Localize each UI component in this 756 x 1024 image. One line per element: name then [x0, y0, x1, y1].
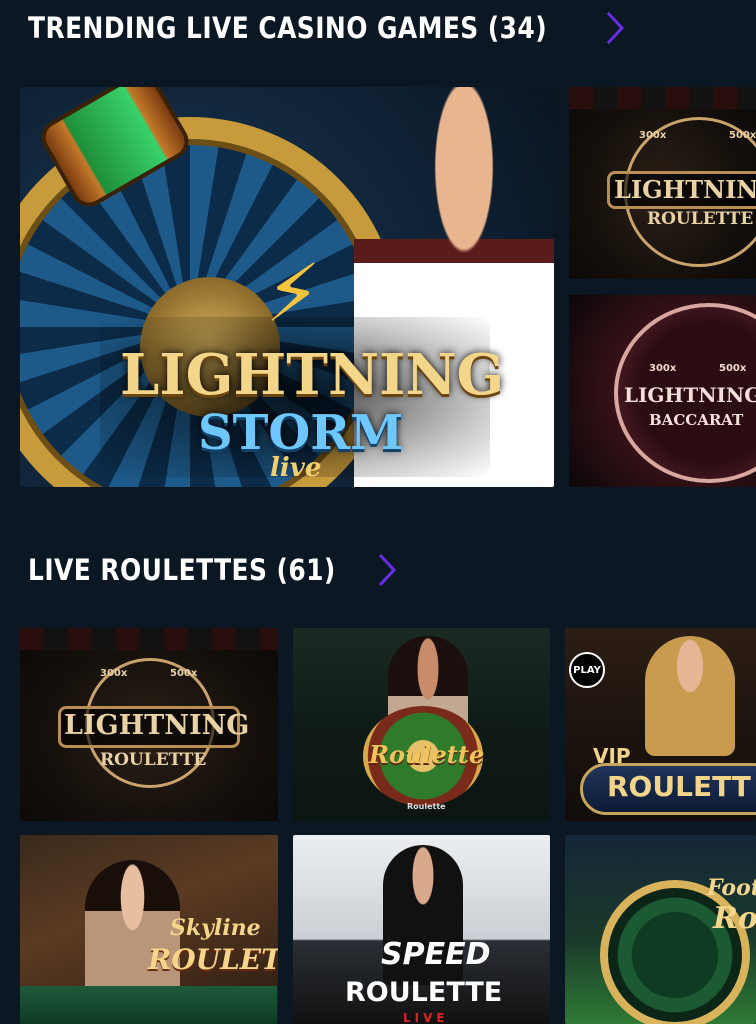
- game-logo-line1: SPEED: [381, 937, 491, 972]
- game-logo-line3: LIVE: [403, 1011, 449, 1024]
- game-logo-line1: LIGHTNING: [614, 175, 756, 204]
- number-strip: [569, 87, 756, 109]
- game-logo-line2: Rou: [713, 901, 756, 936]
- game-tile-football-roulette[interactable]: Footba Rou: [565, 835, 756, 1024]
- game-logo-line1: Footba: [707, 875, 756, 901]
- table-image: [20, 986, 277, 1024]
- game-logo-line1: VIP: [593, 744, 631, 768]
- game-logo-line1: LIGHTNING: [624, 383, 756, 407]
- game-logo-line2: BACCARAT: [649, 411, 744, 429]
- game-logo-line1: LIGHTNING: [64, 710, 250, 741]
- game-logo-line2: ROULETTE: [345, 977, 503, 1008]
- game-logo-line2: ROULETTE: [100, 750, 207, 770]
- section-header-roulettes[interactable]: LIVE ROULETTES (61): [28, 552, 398, 588]
- game-tile-vip-roulette[interactable]: PLAY VIP ROULETT: [565, 628, 756, 821]
- lightning-bolt-icon: ⚡: [265, 247, 322, 340]
- chevron-right-icon[interactable]: [604, 10, 626, 46]
- game-tile-speed-roulette[interactable]: SPEED ROULETTE LIVE: [293, 835, 550, 1024]
- game-tile-lightning-storm[interactable]: ⚡ LIGHTNING STORM live: [20, 87, 554, 487]
- game-logo-line2: ROULETT: [607, 770, 751, 803]
- game-tile-lightning-roulette[interactable]: 300x 500x LIGHTNING ROULETTE: [20, 628, 278, 821]
- game-tile-lightning-roulette-trending[interactable]: 300x 500x LIGHTNING ROULETTE: [569, 87, 756, 279]
- section-header-trending[interactable]: TRENDING LIVE CASINO GAMES (34): [28, 10, 626, 46]
- game-logo-line2: ROULETTE: [647, 209, 754, 229]
- number-strip: [20, 628, 278, 650]
- multiplier-left: 300x: [639, 130, 667, 141]
- provider-badge: PLAY: [569, 652, 605, 688]
- multiplier-right: 500x: [729, 130, 756, 141]
- game-logo: Roulette: [369, 740, 485, 769]
- multiplier-right: 500x: [170, 668, 198, 679]
- multiplier-right: 500x: [719, 363, 747, 374]
- game-logo-line1: Skyline: [170, 915, 261, 941]
- game-logo-line2: ROULETTE: [148, 943, 278, 976]
- game-logo-line1: LIGHTNING: [120, 342, 505, 408]
- section-title-roulettes[interactable]: LIVE ROULETTES (61): [28, 553, 336, 587]
- game-tile-skyline-roulette[interactable]: Skyline ROULETTE: [20, 835, 278, 1024]
- game-caption: Roulette: [407, 802, 446, 811]
- chevron-right-icon[interactable]: [376, 552, 398, 588]
- game-logo-line3: live: [270, 453, 322, 483]
- game-tile-roulette[interactable]: Roulette Roulette: [293, 628, 550, 821]
- game-tile-lightning-baccarat[interactable]: 300x 500x LIGHTNING BACCARAT: [569, 295, 756, 487]
- multiplier-left: 300x: [649, 363, 677, 374]
- multiplier-left: 300x: [100, 668, 128, 679]
- section-title-trending[interactable]: TRENDING LIVE CASINO GAMES (34): [28, 11, 547, 45]
- dealer-image: [645, 636, 735, 756]
